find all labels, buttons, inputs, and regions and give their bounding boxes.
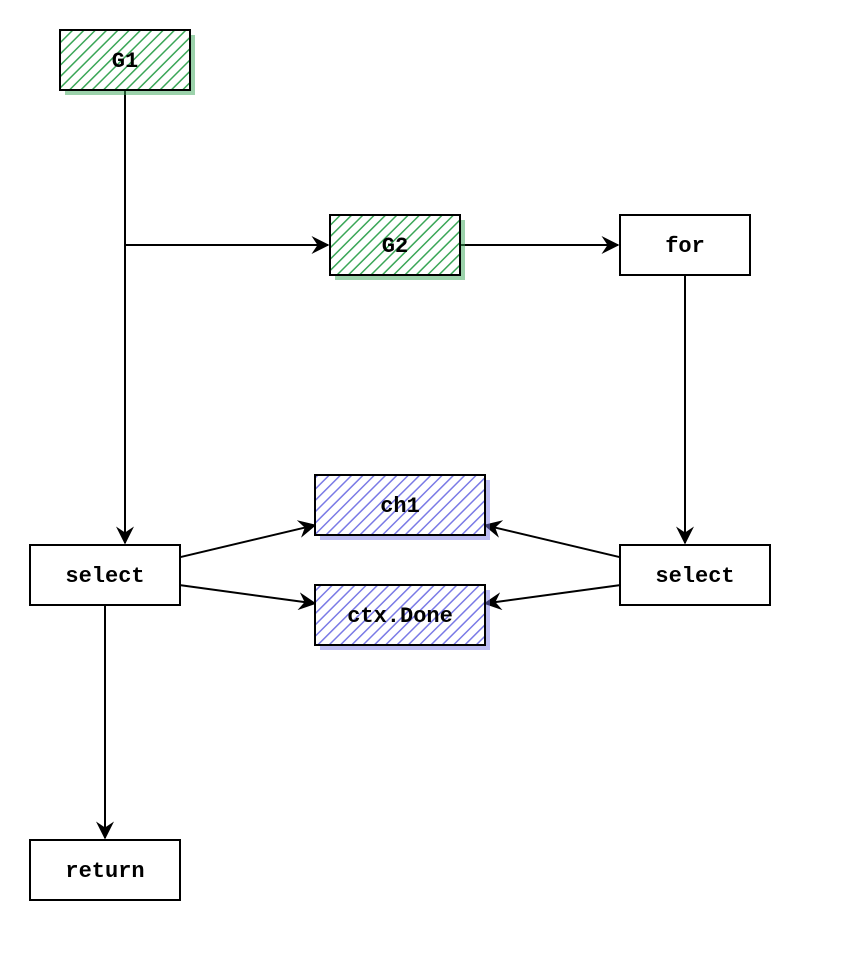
node-select1: select: [30, 545, 180, 605]
node-g1: G1: [60, 30, 195, 95]
edge-select1-ch1: [180, 525, 315, 557]
node-label-g1: G1: [112, 49, 138, 74]
node-label-return: return: [65, 859, 144, 884]
node-label-ch1: ch1: [380, 494, 420, 519]
node-g2: G2: [330, 215, 465, 280]
node-ctxdone: ctx.Done: [315, 585, 490, 650]
node-for: for: [620, 215, 750, 275]
node-label-select1: select: [65, 564, 144, 589]
flowchart-canvas: G1 G2 for select select ch1 ctx.Done return: [0, 0, 841, 953]
edge-select2-ch1: [485, 525, 620, 557]
node-label-g2: G2: [382, 234, 408, 259]
node-ch1: ch1: [315, 475, 490, 540]
node-label-select2: select: [655, 564, 734, 589]
node-select2: select: [620, 545, 770, 605]
node-label-for: for: [665, 234, 705, 259]
node-return: return: [30, 840, 180, 900]
edge-select1-ctxdone: [180, 585, 315, 603]
edge-select2-ctxdone: [485, 585, 620, 603]
node-label-ctxdone: ctx.Done: [347, 604, 453, 629]
